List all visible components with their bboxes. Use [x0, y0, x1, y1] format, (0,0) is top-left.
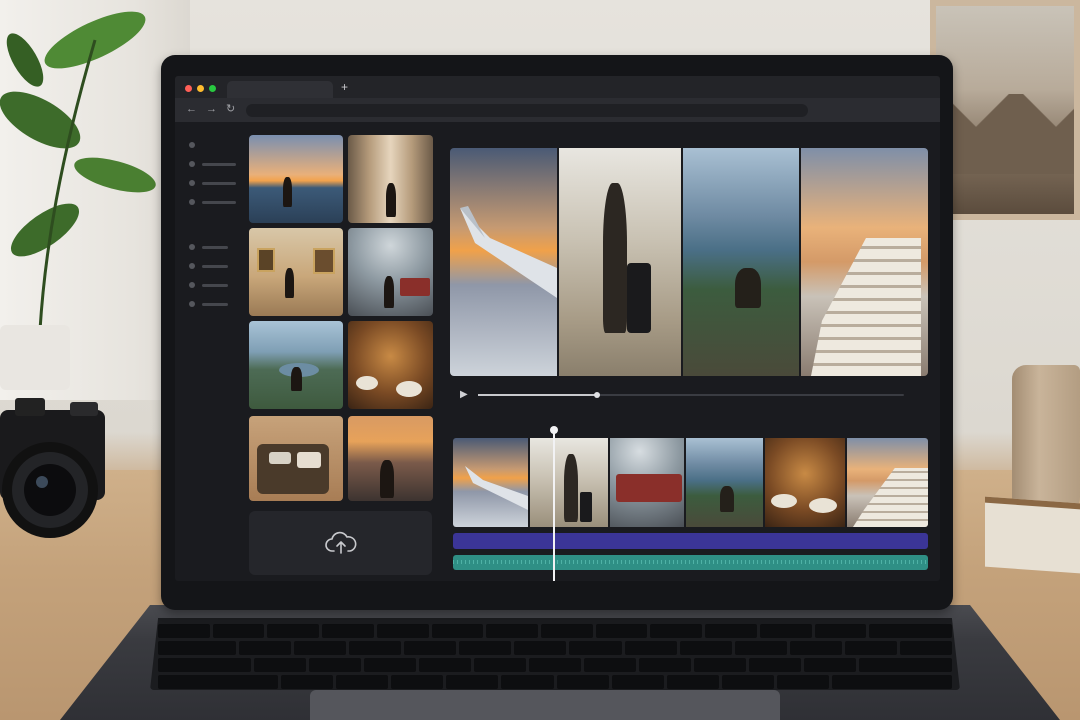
- preview-clip: airplane-wing-sunset: [450, 148, 557, 376]
- preview-progress-bar[interactable]: [478, 392, 904, 398]
- sidebar-item-label[interactable]: [202, 303, 228, 306]
- maximize-window-button[interactable]: [209, 85, 216, 92]
- preview-clip: airport-walker-suitcase: [559, 148, 681, 376]
- browser-window: + ← → ↻ sunset-beach-traveler-photo city…: [175, 76, 940, 581]
- media-thumbnail[interactable]: train-station-platform-photo: [348, 228, 433, 316]
- video-track[interactable]: [453, 533, 928, 549]
- media-thumbnail[interactable]: city-street-walker-photo: [348, 135, 433, 223]
- timeline-clips[interactable]: airplane-wing-sunset airport-walker-suit…: [453, 438, 928, 527]
- sidebar-item-label[interactable]: [202, 182, 236, 185]
- play-icon[interactable]: ▶: [460, 389, 468, 400]
- trackpad: [310, 690, 780, 720]
- coffee-mug: [1012, 365, 1080, 515]
- media-thumbnail[interactable]: packing-suitcase-photo: [249, 416, 343, 501]
- keyboard: [150, 618, 960, 690]
- video-preview[interactable]: airplane-wing-sunset airport-walker-suit…: [450, 148, 928, 376]
- audio-track[interactable]: [453, 555, 928, 570]
- back-arrow-icon[interactable]: ←: [186, 103, 197, 116]
- progress-fill: [478, 394, 598, 396]
- preview-clip: santorini-village: [801, 148, 928, 376]
- upload-dropzone[interactable]: cloud-upload-icon: [249, 511, 432, 575]
- url-field[interactable]: [246, 104, 808, 117]
- reload-icon[interactable]: ↻: [226, 103, 235, 116]
- close-window-button[interactable]: [185, 85, 192, 92]
- timeline-clip[interactable]: santorini-village: [847, 438, 928, 527]
- sidebar-item-label[interactable]: [202, 284, 228, 287]
- plant-decoration: [0, 11, 156, 331]
- sidebar-item-label[interactable]: [202, 163, 236, 166]
- media-thumbnail[interactable]: sunset-beach-traveler-photo: [249, 135, 343, 223]
- minimize-window-button[interactable]: [197, 85, 204, 92]
- camera-decoration: [0, 398, 105, 538]
- sidebar-item-icon[interactable]: [189, 244, 195, 250]
- sidebar-item-label[interactable]: [202, 201, 236, 204]
- sidebar-item-icon[interactable]: [189, 282, 195, 288]
- preview-clip: mountain-lake-sitter: [683, 148, 799, 376]
- sidebar-item-icon[interactable]: [189, 263, 195, 269]
- sidebar-item-label[interactable]: [202, 246, 228, 249]
- tab-bar: +: [175, 76, 940, 98]
- sidebar-item-icon[interactable]: [189, 301, 195, 307]
- media-thumbnail[interactable]: mountain-lake-hiker-photo: [249, 321, 343, 409]
- timeline-clip[interactable]: mountain-lake-sitter: [686, 438, 763, 527]
- timeline-clip[interactable]: airplane-wing-sunset: [453, 438, 528, 527]
- timeline-playhead[interactable]: [549, 426, 558, 581]
- forward-arrow-icon[interactable]: →: [206, 103, 217, 116]
- plant-pot: [0, 325, 70, 390]
- cloud-upload-icon: [324, 531, 356, 554]
- media-thumbnail[interactable]: restaurant-dinner-table-photo: [348, 321, 433, 409]
- timeline-clip[interactable]: airport-walker-suitcase: [530, 438, 608, 527]
- sidebar-item-icon[interactable]: [189, 161, 195, 167]
- timeline-clip[interactable]: restaurant-dinner-table: [765, 438, 845, 527]
- book-stack: [985, 496, 1080, 574]
- media-thumbnail[interactable]: art-gallery-visitor-photo: [249, 228, 343, 316]
- media-thumbnail[interactable]: mountain-sunset-viewer-photo: [348, 416, 433, 501]
- sidebar-item-label[interactable]: [202, 265, 228, 268]
- sidebar-item-icon[interactable]: [189, 142, 195, 148]
- browser-tab-active[interactable]: [227, 81, 333, 98]
- sidebar-item-icon[interactable]: [189, 199, 195, 205]
- progress-knob[interactable]: [594, 392, 601, 398]
- timeline-clip[interactable]: train-station-platform: [610, 438, 684, 527]
- new-tab-button[interactable]: +: [341, 80, 348, 94]
- sidebar-item-icon[interactable]: [189, 180, 195, 186]
